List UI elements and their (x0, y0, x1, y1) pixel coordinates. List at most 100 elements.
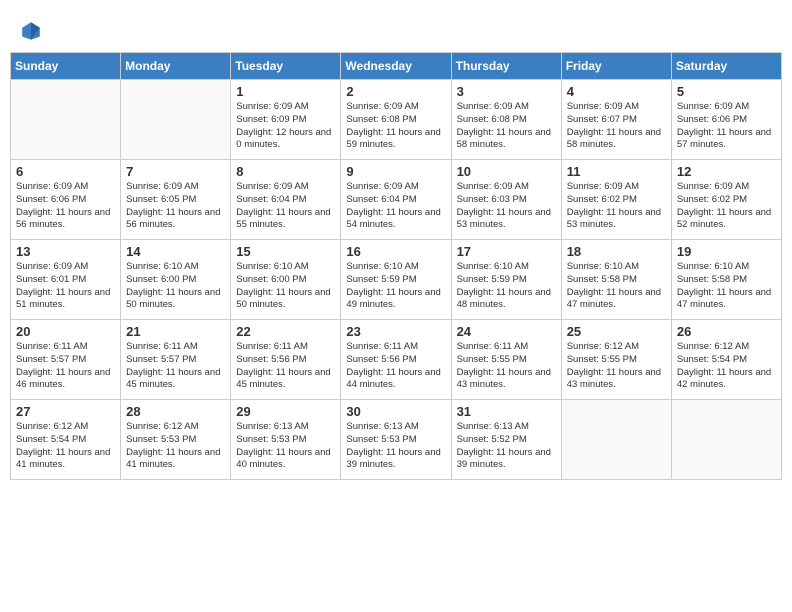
header-friday: Friday (561, 53, 671, 80)
day-cell: 19 Sunrise: 6:10 AMSunset: 5:58 PMDayligh… (671, 240, 781, 320)
day-number: 19 (677, 244, 776, 259)
calendar-header-row: SundayMondayTuesdayWednesdayThursdayFrid… (11, 53, 782, 80)
day-info: Sunrise: 6:11 AMSunset: 5:55 PMDaylight:… (457, 341, 556, 392)
day-cell: 13 Sunrise: 6:09 AMSunset: 6:01 PMDayligh… (11, 240, 121, 320)
day-info: Sunrise: 6:10 AMSunset: 5:59 PMDaylight:… (346, 261, 445, 312)
day-cell: 4 Sunrise: 6:09 AMSunset: 6:07 PMDaylight… (561, 80, 671, 160)
day-info: Sunrise: 6:09 AMSunset: 6:08 PMDaylight:… (346, 101, 445, 152)
day-info: Sunrise: 6:09 AMSunset: 6:06 PMDaylight:… (16, 181, 115, 232)
day-number: 8 (236, 164, 335, 179)
day-info: Sunrise: 6:09 AMSunset: 6:01 PMDaylight:… (16, 261, 115, 312)
day-number: 1 (236, 84, 335, 99)
day-info: Sunrise: 6:09 AMSunset: 6:06 PMDaylight:… (677, 101, 776, 152)
day-info: Sunrise: 6:11 AMSunset: 5:57 PMDaylight:… (126, 341, 225, 392)
day-cell: 29Sunrise: 6:13 AMSunset: 5:53 PMDayligh… (231, 400, 341, 480)
day-number: 12 (677, 164, 776, 179)
day-info: Sunrise: 6:10 AMSunset: 6:00 PMDaylight:… (236, 261, 335, 312)
day-cell: 12 Sunrise: 6:09 AMSunset: 6:02 PMDayligh… (671, 160, 781, 240)
day-number: 22 (236, 324, 335, 339)
header-monday: Monday (121, 53, 231, 80)
day-cell: 28Sunrise: 6:12 AMSunset: 5:53 PMDayligh… (121, 400, 231, 480)
day-info: Sunrise: 6:09 AMSunset: 6:05 PMDaylight:… (126, 181, 225, 232)
day-cell: 14 Sunrise: 6:10 AMSunset: 6:00 PMDayligh… (121, 240, 231, 320)
day-cell: 18 Sunrise: 6:10 AMSunset: 5:58 PMDayligh… (561, 240, 671, 320)
day-number: 30 (346, 404, 445, 419)
week-row-5: 27 Sunrise: 6:12 AMSunset: 5:54 PMDayligh… (11, 400, 782, 480)
day-number: 14 (126, 244, 225, 259)
day-info: Sunrise: 6:09 AMSunset: 6:02 PMDaylight:… (677, 181, 776, 232)
week-row-4: 20 Sunrise: 6:11 AMSunset: 5:57 PMDayligh… (11, 320, 782, 400)
day-cell: 21Sunrise: 6:11 AMSunset: 5:57 PMDayligh… (121, 320, 231, 400)
day-info: Sunrise: 6:10 AMSunset: 5:58 PMDaylight:… (567, 261, 666, 312)
week-row-1: 1 Sunrise: 6:09 AMSunset: 6:09 PMDaylight… (11, 80, 782, 160)
day-cell: 31 Sunrise: 6:13 AMSunset: 5:52 PMDayligh… (451, 400, 561, 480)
header-saturday: Saturday (671, 53, 781, 80)
day-number: 28 (126, 404, 225, 419)
day-info: Sunrise: 6:09 AMSunset: 6:04 PMDaylight:… (236, 181, 335, 232)
day-cell: 25 Sunrise: 6:12 AMSunset: 5:55 PMDayligh… (561, 320, 671, 400)
day-info: Sunrise: 6:12 AMSunset: 5:54 PMDaylight:… (16, 421, 115, 472)
day-info: Sunrise: 6:09 AMSunset: 6:03 PMDaylight:… (457, 181, 556, 232)
day-info: Sunrise: 6:12 AMSunset: 5:54 PMDaylight:… (677, 341, 776, 392)
day-number: 13 (16, 244, 115, 259)
day-cell: 1 Sunrise: 6:09 AMSunset: 6:09 PMDaylight… (231, 80, 341, 160)
day-info: Sunrise: 6:11 AMSunset: 5:56 PMDaylight:… (236, 341, 335, 392)
day-number: 18 (567, 244, 666, 259)
day-cell: 10 Sunrise: 6:09 AMSunset: 6:03 PMDayligh… (451, 160, 561, 240)
day-cell (121, 80, 231, 160)
day-info: Sunrise: 6:09 AMSunset: 6:08 PMDaylight:… (457, 101, 556, 152)
day-info: Sunrise: 6:12 AMSunset: 5:55 PMDaylight:… (567, 341, 666, 392)
day-number: 25 (567, 324, 666, 339)
header-tuesday: Tuesday (231, 53, 341, 80)
day-cell: 16 Sunrise: 6:10 AMSunset: 5:59 PMDayligh… (341, 240, 451, 320)
day-number: 10 (457, 164, 556, 179)
day-number: 7 (126, 164, 225, 179)
day-cell: 11 Sunrise: 6:09 AMSunset: 6:02 PMDayligh… (561, 160, 671, 240)
day-info: Sunrise: 6:09 AMSunset: 6:07 PMDaylight:… (567, 101, 666, 152)
day-cell: 23 Sunrise: 6:11 AMSunset: 5:56 PMDayligh… (341, 320, 451, 400)
day-cell: 20 Sunrise: 6:11 AMSunset: 5:57 PMDayligh… (11, 320, 121, 400)
calendar-table: SundayMondayTuesdayWednesdayThursdayFrid… (10, 52, 782, 480)
page-header (10, 10, 782, 47)
day-number: 4 (567, 84, 666, 99)
day-cell: 27 Sunrise: 6:12 AMSunset: 5:54 PMDayligh… (11, 400, 121, 480)
day-cell: 7 Sunrise: 6:09 AMSunset: 6:05 PMDaylight… (121, 160, 231, 240)
day-cell: 8 Sunrise: 6:09 AMSunset: 6:04 PMDaylight… (231, 160, 341, 240)
header-wednesday: Wednesday (341, 53, 451, 80)
week-row-3: 13 Sunrise: 6:09 AMSunset: 6:01 PMDayligh… (11, 240, 782, 320)
day-info: Sunrise: 6:09 AMSunset: 6:02 PMDaylight:… (567, 181, 666, 232)
header-thursday: Thursday (451, 53, 561, 80)
day-number: 24 (457, 324, 556, 339)
day-info: Sunrise: 6:11 AMSunset: 5:56 PMDaylight:… (346, 341, 445, 392)
day-number: 27 (16, 404, 115, 419)
day-number: 3 (457, 84, 556, 99)
day-cell (561, 400, 671, 480)
day-cell: 2Sunrise: 6:09 AMSunset: 6:08 PMDaylight… (341, 80, 451, 160)
day-number: 20 (16, 324, 115, 339)
day-cell: 30 Sunrise: 6:13 AMSunset: 5:53 PMDayligh… (341, 400, 451, 480)
day-info: Sunrise: 6:13 AMSunset: 5:52 PMDaylight:… (457, 421, 556, 472)
day-info: Sunrise: 6:09 AMSunset: 6:09 PMDaylight:… (236, 101, 335, 152)
day-cell: 26 Sunrise: 6:12 AMSunset: 5:54 PMDayligh… (671, 320, 781, 400)
day-cell (671, 400, 781, 480)
day-info: Sunrise: 6:11 AMSunset: 5:57 PMDaylight:… (16, 341, 115, 392)
day-cell: 17Sunrise: 6:10 AMSunset: 5:59 PMDayligh… (451, 240, 561, 320)
day-number: 17 (457, 244, 556, 259)
day-number: 31 (457, 404, 556, 419)
day-cell: 9Sunrise: 6:09 AMSunset: 6:04 PMDaylight… (341, 160, 451, 240)
day-number: 6 (16, 164, 115, 179)
day-number: 16 (346, 244, 445, 259)
day-info: Sunrise: 6:13 AMSunset: 5:53 PMDaylight:… (346, 421, 445, 472)
day-number: 11 (567, 164, 666, 179)
day-info: Sunrise: 6:10 AMSunset: 5:58 PMDaylight:… (677, 261, 776, 312)
day-cell: 3 Sunrise: 6:09 AMSunset: 6:08 PMDaylight… (451, 80, 561, 160)
day-info: Sunrise: 6:13 AMSunset: 5:53 PMDaylight:… (236, 421, 335, 472)
day-cell: 24 Sunrise: 6:11 AMSunset: 5:55 PMDayligh… (451, 320, 561, 400)
day-number: 26 (677, 324, 776, 339)
day-cell: 22 Sunrise: 6:11 AMSunset: 5:56 PMDayligh… (231, 320, 341, 400)
header-sunday: Sunday (11, 53, 121, 80)
day-number: 5 (677, 84, 776, 99)
day-number: 23 (346, 324, 445, 339)
day-info: Sunrise: 6:10 AMSunset: 6:00 PMDaylight:… (126, 261, 225, 312)
week-row-2: 6 Sunrise: 6:09 AMSunset: 6:06 PMDaylight… (11, 160, 782, 240)
